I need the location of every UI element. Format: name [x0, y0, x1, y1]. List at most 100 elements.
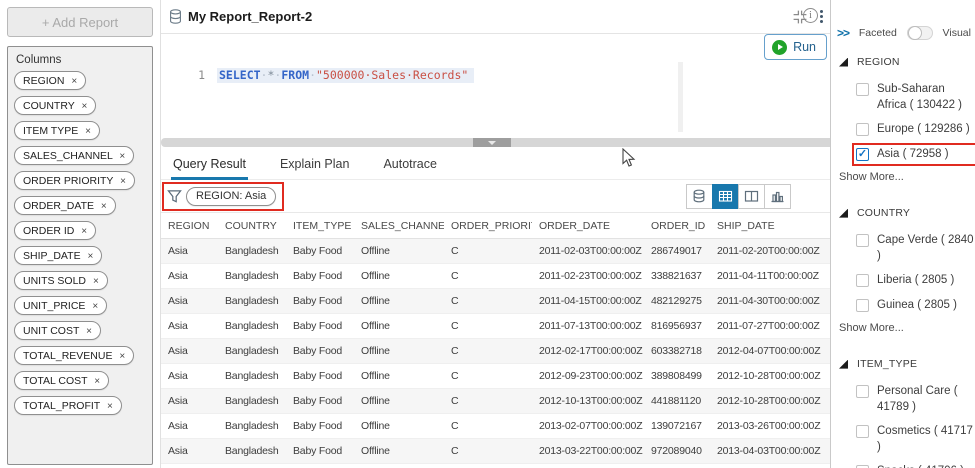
- remove-column-icon[interactable]: ×: [81, 101, 87, 112]
- faceted-visual-toggle[interactable]: [906, 26, 933, 40]
- sql-editor[interactable]: 1 SELECT·*·FROM·"500000·Sales·Records": [161, 62, 831, 138]
- remove-column-icon[interactable]: ×: [120, 176, 126, 187]
- facet-item[interactable]: Cosmetics ( 41717 ): [856, 424, 975, 455]
- facet-item[interactable]: Europe ( 129286 ): [856, 122, 975, 138]
- remove-column-icon[interactable]: ×: [119, 351, 125, 362]
- column-pill[interactable]: UNIT_PRICE ×: [14, 296, 108, 315]
- table-cell: Bangladesh: [225, 295, 279, 307]
- active-filter-chip[interactable]: REGION: Asia: [186, 186, 277, 206]
- column-pill[interactable]: ORDER PRIORITY ×: [14, 171, 135, 190]
- tab-explain-plan[interactable]: Explain Plan: [280, 149, 350, 180]
- column-pill[interactable]: ORDER ID ×: [14, 221, 97, 240]
- remove-column-icon[interactable]: ×: [81, 226, 87, 237]
- remove-column-icon[interactable]: ×: [86, 326, 92, 337]
- more-actions-icon[interactable]: [820, 10, 823, 23]
- facet-item[interactable]: ✓ Asia ( 72958 ): [852, 142, 975, 166]
- table-cell: 816956937: [651, 320, 702, 332]
- info-icon[interactable]: i: [803, 8, 818, 23]
- chart-view-button[interactable]: [764, 183, 791, 209]
- line-number: 1: [198, 68, 205, 82]
- facet-item[interactable]: Liberia ( 2805 ): [856, 273, 975, 289]
- remove-column-icon[interactable]: ×: [93, 276, 99, 287]
- column-pill[interactable]: ITEM TYPE ×: [14, 121, 100, 140]
- facet-item[interactable]: Snacks ( 41706 ): [856, 464, 975, 468]
- facet-item[interactable]: Cape Verde ( 2840 ): [856, 233, 975, 264]
- facet-header-country[interactable]: COUNTRY: [831, 207, 975, 219]
- remove-column-icon[interactable]: ×: [101, 201, 107, 212]
- table-cell: Baby Food: [293, 295, 342, 307]
- remove-column-icon[interactable]: ×: [88, 251, 94, 262]
- table-cell: 286749017: [651, 245, 702, 257]
- column-pill[interactable]: TOTAL_PROFIT ×: [14, 396, 122, 415]
- facet-item[interactable]: Guinea ( 2805 ): [856, 298, 975, 314]
- column-pill-list: REGION × COUNTRY × ITEM TYPE × SALES_CHANNE…: [14, 71, 146, 421]
- remove-column-icon[interactable]: ×: [85, 126, 91, 137]
- worksheet-toolbar: Run: [161, 34, 831, 62]
- column-pill[interactable]: ORDER_DATE ×: [14, 196, 116, 215]
- facet-header-region[interactable]: REGION: [831, 56, 975, 68]
- collapse-panel-icon[interactable]: >>: [837, 26, 850, 40]
- add-report-button[interactable]: + Add Report: [7, 7, 153, 37]
- report-sidebar: + Add Report Columns REGION × COUNTRY × IT…: [0, 0, 160, 468]
- datasource-view-button[interactable]: [686, 183, 713, 209]
- tab-query-result[interactable]: Query Result: [171, 149, 248, 180]
- facet-item-label: Cosmetics ( 41717 ): [877, 425, 973, 453]
- tab-autotrace[interactable]: Autotrace: [383, 149, 437, 180]
- column-pill[interactable]: TOTAL_REVENUE ×: [14, 346, 135, 365]
- facet-item-label: Cape Verde ( 2840 ): [877, 234, 974, 262]
- show-more-link[interactable]: Show More...: [831, 322, 975, 334]
- checkbox[interactable]: [856, 123, 869, 137]
- editor-scrollbar[interactable]: [678, 62, 683, 132]
- column-pill[interactable]: TOTAL COST ×: [14, 371, 110, 390]
- checkbox[interactable]: [856, 234, 869, 248]
- chart-icon: [771, 191, 784, 202]
- column-header[interactable]: ORDER_PRIORITY: [444, 220, 532, 232]
- grid-view-button[interactable]: [712, 183, 739, 209]
- remove-column-icon[interactable]: ×: [119, 151, 125, 162]
- column-pill[interactable]: SHIP_DATE ×: [14, 246, 103, 265]
- split-view-view-button[interactable]: [738, 183, 765, 209]
- show-more-link[interactable]: Show More...: [831, 171, 975, 183]
- column-pill[interactable]: UNIT COST ×: [14, 321, 101, 340]
- column-header[interactable]: COUNTRY: [218, 220, 286, 232]
- column-header[interactable]: ORDER_DATE: [532, 220, 644, 232]
- column-header[interactable]: REGION: [161, 220, 218, 232]
- table-cell: C: [451, 270, 459, 282]
- facet-header-item_type[interactable]: ITEM_TYPE: [831, 358, 975, 370]
- table-cell: C: [451, 395, 459, 407]
- column-pill[interactable]: UNITS SOLD ×: [14, 271, 108, 290]
- checked-checkbox[interactable]: ✓: [856, 147, 869, 161]
- remove-column-icon[interactable]: ×: [71, 76, 77, 87]
- facet-item-label: Asia ( 72958 ): [877, 147, 949, 160]
- faceted-mode-label: Faceted: [858, 27, 897, 39]
- column-header[interactable]: ORDER_ID: [644, 220, 710, 232]
- checkbox[interactable]: [856, 274, 869, 288]
- run-button[interactable]: Run: [764, 34, 827, 60]
- facet-section-item_type: ITEM_TYPE Personal Care ( 41789 ) Cosmetic…: [831, 358, 975, 468]
- table-cell: Baby Food: [293, 445, 342, 457]
- facet-item-label: Liberia ( 2805 ): [877, 274, 955, 287]
- facet-item[interactable]: Personal Care ( 41789 ): [856, 384, 975, 415]
- checkbox[interactable]: [856, 385, 869, 399]
- remove-column-icon[interactable]: ×: [107, 401, 113, 412]
- facet-item[interactable]: Sub-Saharan Africa ( 130422 ): [856, 82, 975, 113]
- table-cell: Offline: [361, 370, 390, 382]
- remove-column-icon[interactable]: ×: [92, 301, 98, 312]
- table-cell: C: [451, 245, 459, 257]
- splitter-handle[interactable]: [473, 138, 511, 147]
- column-header[interactable]: SALES_CHANNEL: [354, 220, 444, 232]
- checkbox[interactable]: [856, 298, 869, 312]
- checkbox[interactable]: [856, 83, 869, 96]
- table-cell: Asia: [168, 395, 188, 407]
- column-header[interactable]: SHIP_DATE: [710, 220, 831, 232]
- column-pill[interactable]: REGION ×: [14, 71, 87, 90]
- checkbox[interactable]: [856, 425, 869, 439]
- column-header[interactable]: ITEM_TYPE: [286, 220, 354, 232]
- table-cell: 2011-02-20T00:00:00Z: [717, 245, 820, 257]
- table-cell: Asia: [168, 245, 188, 257]
- column-pill[interactable]: SALES_CHANNEL ×: [14, 146, 135, 165]
- remove-column-icon[interactable]: ×: [94, 376, 100, 387]
- table-cell: Asia: [168, 370, 188, 382]
- column-pill[interactable]: COUNTRY ×: [14, 96, 97, 115]
- sql-statement[interactable]: SELECT·*·FROM·"500000·Sales·Records": [217, 68, 475, 83]
